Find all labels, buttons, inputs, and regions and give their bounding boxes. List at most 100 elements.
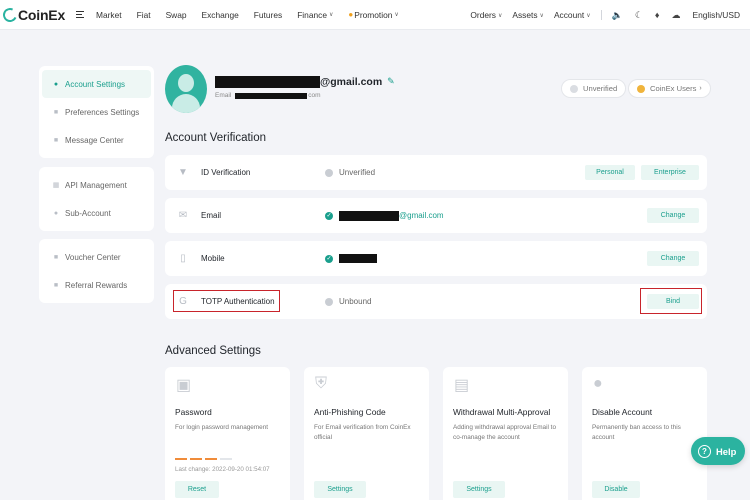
sidebar-item-referral-rewards[interactable]: ■ Referral Rewards — [42, 271, 151, 299]
nav-finance[interactable]: Finance ∨ — [297, 10, 333, 20]
bell-icon[interactable]: ♦ — [655, 10, 660, 20]
last-change-text: Last change: 2022-09-20 01:54:07 — [175, 466, 270, 473]
brand-name: CoinEx — [18, 6, 66, 23]
nav-futures[interactable]: Futures — [254, 10, 282, 20]
card-description: For login password management — [175, 424, 269, 431]
card-disable-account: ● Disable Account Permanently ban access… — [582, 367, 707, 500]
redacted-email-sub — [235, 92, 308, 99]
moon-icon[interactable]: ☾ — [635, 10, 643, 21]
nav-account[interactable]: Account ∨ — [554, 10, 591, 20]
user-icon: ● — [53, 80, 59, 88]
message-icon: ■ — [53, 136, 59, 144]
chevron-down-icon: ∨ — [394, 12, 399, 18]
voucher-icon: ■ — [53, 253, 59, 261]
highlight-totp-label — [173, 290, 280, 312]
reset-password-button[interactable]: Reset — [175, 481, 219, 498]
verification-status-label: Unverified — [583, 84, 618, 93]
sidebar-item-sub-account[interactable]: ● Sub-Account — [42, 199, 151, 227]
nav-promotion[interactable]: ● Promotion ∨ — [348, 10, 398, 20]
sidebar-item-api-management[interactable]: ▦ API Management — [42, 171, 151, 199]
row-status-text: @gmail.com — [399, 211, 444, 220]
sidebar-group-api: ▦ API Management ● Sub-Account — [39, 167, 154, 231]
sidebar-item-voucher-center[interactable]: ■ Voucher Center — [42, 243, 151, 271]
card-title: Disable Account — [592, 407, 653, 417]
nav-assets[interactable]: Assets ∨ — [512, 10, 544, 20]
verification-row-email: ✉ Email ✓ @gmail.com Change — [165, 198, 707, 233]
card-title: Withdrawal Multi-Approval — [453, 407, 551, 417]
chevron-down-icon: ∨ — [539, 12, 544, 19]
status-icon — [325, 297, 333, 306]
chevron-down-icon: ∨ — [586, 12, 591, 19]
withdrawal-approval-settings-button[interactable]: Settings — [453, 481, 505, 498]
user-block-icon: ● — [593, 375, 603, 392]
sidebar-group-account: ● Account Settings ■ Preferences Setting… — [39, 66, 154, 158]
download-icon[interactable]: ☁ — [672, 10, 681, 21]
nav-exchange[interactable]: Exchange — [202, 10, 239, 20]
nav-assets-label: Assets — [512, 10, 538, 20]
verification-status-pill[interactable]: Unverified — [561, 79, 627, 98]
nav-orders[interactable]: Orders ∨ — [470, 10, 502, 20]
card-title: Anti-Phishing Code — [314, 407, 386, 417]
sidebar-item-preferences-settings[interactable]: ■ Preferences Settings — [42, 98, 151, 126]
row-status-text: Unbound — [339, 297, 372, 306]
card-title: Password — [175, 407, 212, 417]
flame-icon: ● — [348, 10, 354, 19]
envelope-icon: ✉ — [178, 210, 188, 221]
nav-orders-label: Orders — [470, 10, 496, 20]
sidebar-item-label: API Management — [65, 180, 127, 190]
sidebar-item-label: Account Settings — [65, 79, 126, 89]
announcement-icon[interactable]: 🔈 — [612, 10, 623, 21]
help-button[interactable]: ? Help — [691, 437, 745, 465]
disable-account-button[interactable]: Disable — [592, 481, 640, 498]
enterprise-button[interactable]: Enterprise — [641, 165, 699, 180]
email-suffix: @gmail.com — [320, 75, 383, 88]
sidebar-item-message-center[interactable]: ■ Message Center — [42, 126, 151, 154]
preferences-icon: ■ — [53, 108, 59, 116]
change-email-button[interactable]: Change — [647, 208, 699, 223]
row-label: Mobile — [201, 254, 225, 263]
highlight-bind-button — [640, 288, 702, 314]
api-icon: ▦ — [52, 182, 60, 189]
card-description: Permanently ban access to this account — [592, 424, 681, 441]
coinex-logo[interactable]: CoinEx — [1, 5, 69, 24]
row-label: Email — [201, 211, 222, 220]
sidebar-item-label: Message Center — [65, 135, 124, 145]
status-icon — [325, 168, 333, 177]
nav-divider — [600, 10, 602, 20]
card-password: ▣ Password For login password management… — [165, 367, 290, 500]
password-strength-bar — [175, 458, 232, 460]
nav-swap[interactable]: Swap — [166, 10, 187, 20]
edit-icon[interactable]: ✎ — [387, 76, 395, 87]
row-status-text: Unverified — [339, 168, 376, 177]
email-sub-label: Email — [215, 92, 232, 99]
redacted-mobile — [339, 254, 377, 263]
sub-account-icon: ● — [53, 209, 59, 217]
nav-account-label: Account — [553, 10, 585, 20]
change-mobile-button[interactable]: Change — [647, 251, 699, 266]
tier-icon — [637, 84, 645, 93]
row-status: Unverified — [325, 168, 375, 177]
row-status: ✓ @gmail.com — [325, 210, 444, 221]
sidebar-item-label: Referral Rewards — [65, 280, 128, 290]
sidebar-item-label: Sub-Account — [65, 208, 111, 218]
chevron-right-icon: › — [699, 85, 702, 92]
email-subline: Email com — [215, 92, 321, 99]
menu-icon[interactable] — [76, 10, 84, 19]
document-check-icon: ▤ — [454, 377, 470, 394]
sidebar-item-label: Voucher Center — [65, 252, 121, 262]
account-verification-title: Account Verification — [165, 132, 267, 144]
chevron-down-icon: ∨ — [498, 12, 503, 19]
language-currency-selector[interactable]: English/USD — [693, 10, 740, 20]
user-tier-pill[interactable]: CoinEx Users › — [628, 79, 711, 98]
anti-phishing-settings-button[interactable]: Settings — [314, 481, 366, 498]
sidebar-item-account-settings[interactable]: ● Account Settings — [42, 70, 151, 98]
card-description: Adding withdrawal approval Email to co-m… — [453, 424, 557, 441]
card-withdrawal-multi-approval: ▤ Withdrawal Multi-Approval Adding withd… — [443, 367, 568, 500]
nav-promotion-label: Promotion — [354, 9, 393, 20]
top-navigation-bar: CoinEx Market Fiat Swap Exchange Futures… — [0, 0, 750, 30]
shield-icon: ⛨ — [315, 375, 328, 392]
id-card-icon: ▼ — [178, 167, 188, 178]
personal-button[interactable]: Personal — [585, 165, 635, 180]
nav-fiat[interactable]: Fiat — [137, 10, 151, 20]
nav-market[interactable]: Market — [96, 10, 122, 20]
